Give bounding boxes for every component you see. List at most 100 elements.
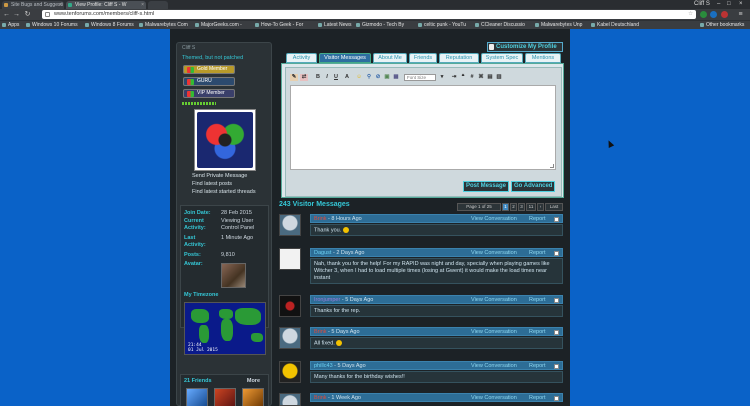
extension-icon[interactable] — [710, 11, 717, 18]
browser-tab[interactable]: Site Bugs and Suggesti × — [2, 1, 64, 9]
profile-name[interactable]: Cliff S — [694, 0, 710, 8]
send-private-message-link[interactable]: Send Private Message — [192, 173, 247, 179]
author-link[interactable]: Dagust — [314, 250, 331, 256]
select-checkbox[interactable] — [554, 217, 559, 222]
customize-profile-button[interactable]: Customize My Profile — [487, 42, 563, 52]
page-3[interactable]: 3 — [518, 203, 525, 211]
go-advanced-button[interactable]: Go Advanced — [511, 181, 556, 192]
view-conversation-link[interactable]: View Conversation — [471, 215, 517, 223]
unlink-icon[interactable]: ⊘ — [374, 74, 382, 81]
close-window-icon[interactable]: × — [739, 0, 743, 8]
tab-visitor-messages[interactable]: Visitor Messages — [319, 53, 371, 63]
chevron-down-icon[interactable]: ▾ — [438, 74, 446, 81]
underline-icon[interactable]: U — [332, 74, 340, 81]
friend-avatar[interactable] — [242, 388, 264, 406]
indent-icon[interactable]: ⇥ — [450, 74, 458, 81]
friends-more-link[interactable]: More — [247, 378, 260, 384]
extension-icon[interactable] — [700, 11, 707, 18]
author-link[interactable]: phillc43 — [314, 363, 333, 369]
report-link[interactable]: Report — [529, 249, 546, 257]
tab-reputation[interactable]: Reputation — [439, 53, 479, 63]
minimize-icon[interactable]: – — [717, 0, 720, 8]
page-info-icon[interactable] — [45, 12, 50, 17]
avatar[interactable] — [279, 393, 301, 406]
tab-system-spec[interactable]: System Spec — [481, 53, 523, 63]
video-icon[interactable]: ▦ — [392, 74, 400, 81]
tab-activity[interactable]: Activity — [286, 53, 317, 63]
report-link[interactable]: Report — [529, 296, 546, 304]
close-icon[interactable]: × — [141, 1, 144, 9]
report-link[interactable]: Report — [529, 362, 546, 370]
quote-icon[interactable]: ❝ — [459, 74, 467, 81]
select-checkbox[interactable] — [554, 396, 559, 401]
author-link[interactable]: Brink — [314, 329, 327, 335]
avatar[interactable] — [279, 214, 301, 236]
view-conversation-link[interactable]: View Conversation — [471, 394, 517, 402]
browser-tab-active[interactable]: View Profile: Cliff S - W × — [66, 1, 146, 9]
view-conversation-link[interactable]: View Conversation — [471, 249, 517, 257]
switch-mode-icon[interactable]: ⇄ — [300, 74, 308, 81]
avatar[interactable] — [279, 295, 301, 317]
remove-format-icon[interactable]: ✎ — [290, 74, 298, 81]
post-message-button[interactable]: Post Message — [463, 181, 510, 192]
page-2[interactable]: 2 — [510, 203, 517, 211]
bookmark-other[interactable]: Other bookmarks — [700, 21, 744, 30]
resize-handle-icon[interactable] — [550, 164, 554, 168]
friend-avatar[interactable] — [214, 388, 236, 406]
close-icon[interactable]: × — [59, 1, 62, 9]
extension-icon[interactable] — [721, 11, 728, 18]
link-icon[interactable]: ⚲ — [365, 74, 373, 81]
tab-friends[interactable]: Friends — [409, 53, 437, 63]
php-icon[interactable]: ▤ — [486, 74, 494, 81]
report-link[interactable]: Report — [529, 215, 546, 223]
bookmark-item[interactable]: Windows 8 Forums — [85, 21, 134, 30]
font-color-icon[interactable]: A — [343, 74, 351, 81]
reload-icon[interactable]: ↻ — [23, 10, 32, 19]
view-conversation-link[interactable]: View Conversation — [471, 296, 517, 304]
view-conversation-link[interactable]: View Conversation — [471, 362, 517, 370]
author-link[interactable]: Brink — [314, 395, 327, 401]
bold-icon[interactable]: B — [314, 74, 322, 81]
bookmark-item[interactable]: Windows 10 Forums — [26, 21, 78, 30]
bookmark-item[interactable]: Kabel Deutschland — [591, 21, 639, 30]
profile-avatar[interactable] — [194, 109, 256, 171]
back-icon[interactable]: ← — [2, 10, 11, 19]
new-tab-button[interactable] — [148, 1, 168, 9]
forward-icon[interactable]: → — [12, 10, 21, 19]
view-conversation-link[interactable]: View Conversation — [471, 328, 517, 336]
maximize-icon[interactable]: □ — [727, 0, 731, 8]
author-link[interactable]: Ironjumper — [314, 297, 340, 303]
html-icon[interactable]: ▥ — [495, 74, 503, 81]
report-link[interactable]: Report — [529, 394, 546, 402]
last-page-link[interactable]: Last — [545, 203, 563, 211]
next-page-icon[interactable]: › — [537, 203, 544, 211]
font-size-select[interactable]: Font Size — [404, 74, 436, 81]
address-bar[interactable]: www.tenforums.com/members/cliff-s.html ☆ — [42, 10, 696, 19]
author-link[interactable]: Brink — [314, 216, 327, 222]
tab-mentions[interactable]: Mentions — [525, 53, 561, 63]
report-link[interactable]: Report — [529, 328, 546, 336]
message-time: 8 Hours Ago — [331, 216, 362, 222]
page-1[interactable]: 1 — [502, 203, 509, 211]
menu-icon[interactable]: ≡ — [736, 10, 745, 19]
find-latest-threads-link[interactable]: Find latest started threads — [192, 189, 256, 195]
select-checkbox[interactable] — [554, 364, 559, 369]
smiley-icon[interactable]: ☺ — [355, 74, 363, 81]
find-latest-posts-link[interactable]: Find latest posts — [192, 181, 232, 187]
code-icon[interactable]: ⌘ — [477, 74, 485, 81]
friend-avatar[interactable] — [186, 388, 208, 406]
select-checkbox[interactable] — [554, 330, 559, 335]
avatar[interactable] — [279, 361, 301, 383]
tab-about-me[interactable]: About Me — [373, 53, 407, 63]
select-checkbox[interactable] — [554, 298, 559, 303]
image-icon[interactable]: ▣ — [383, 74, 391, 81]
avatar[interactable] — [279, 327, 301, 349]
hash-icon[interactable]: # — [468, 74, 476, 81]
bookmark-star-icon[interactable]: ☆ — [688, 10, 693, 19]
avatar[interactable] — [279, 248, 301, 270]
select-checkbox[interactable] — [554, 251, 559, 256]
italic-icon[interactable]: I — [323, 74, 331, 81]
bookmark-apps[interactable]: Apps — [2, 21, 19, 30]
message-textarea[interactable] — [290, 85, 556, 170]
page-11[interactable]: 11 — [526, 203, 536, 211]
